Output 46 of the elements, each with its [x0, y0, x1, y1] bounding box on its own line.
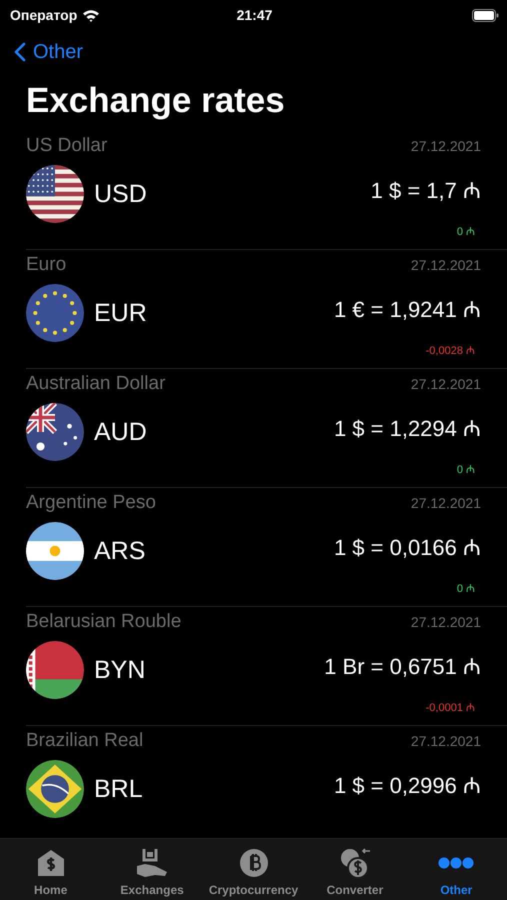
currency-name: Argentine Peso [26, 492, 156, 514]
back-button[interactable]: Other [14, 38, 84, 66]
currency-name: US Dollar [26, 135, 108, 157]
flag-icon [26, 165, 84, 223]
more-icon [438, 857, 474, 869]
currency-code: ARS [94, 536, 146, 566]
battery-icon [472, 8, 499, 22]
currency-code: BYN [94, 656, 146, 684]
currency-code: BRL [94, 774, 144, 804]
exchange-rate: 1 $ = 1,2294 ₼ [334, 415, 481, 442]
currency-name: Brazilian Real [26, 730, 144, 752]
currency-code: AUD [94, 418, 148, 446]
rate-date: 27.12.2021 [410, 257, 481, 273]
exchange-rate: 1 $ = 0,0166 ₼ [334, 534, 481, 561]
currency-code: EUR [94, 298, 148, 328]
currency-code: USD [94, 180, 148, 208]
page-title: Exchange rates [26, 81, 286, 121]
tab-item[interactable]: Converter [304, 839, 406, 900]
rate-change: 0 ₼ [456, 583, 475, 595]
rate-date: 27.12.2021 [410, 376, 481, 392]
rate-change: -0,0028 ₼ [426, 345, 475, 357]
chevron-left-icon [14, 42, 26, 62]
currency-name: Australian Dollar [26, 373, 166, 395]
tab-item[interactable]: Home [0, 839, 102, 900]
rate-date: 27.12.2021 [410, 495, 481, 511]
exchange-rate: 1 Br = 0,6751 ₼ [324, 653, 481, 680]
rate-date: 27.12.2021 [410, 138, 481, 154]
wifi-icon [82, 8, 100, 22]
tab-item[interactable]: Exchanges [101, 839, 203, 900]
tab-item[interactable]: Other [406, 839, 507, 900]
carrier-label: Оператор [10, 7, 78, 23]
bitcoin-icon [238, 848, 269, 878]
rate-date: 27.12.2021 [410, 733, 481, 749]
house-dollar-icon [36, 848, 66, 878]
clock-time: 21:47 [236, 7, 274, 23]
hand-cash-icon [135, 848, 170, 878]
rate-change: 0 ₼ [456, 226, 475, 238]
currency-name: Belarusian Rouble [26, 611, 182, 633]
exchange-rate: 1 $ = 0,2996 ₼ [334, 772, 481, 799]
rate-date: 27.12.2021 [410, 614, 481, 630]
exchange-rate: 1 € = 1,9241 ₼ [334, 296, 481, 323]
tab-item[interactable]: Cryptocurrency [202, 839, 304, 900]
currency-name: Euro [26, 254, 66, 276]
exchange-rate: 1 $ = 1,7 ₼ [370, 177, 481, 204]
rate-change: -0,0001 ₼ [426, 702, 475, 714]
rate-change: 0 ₼ [456, 464, 475, 476]
